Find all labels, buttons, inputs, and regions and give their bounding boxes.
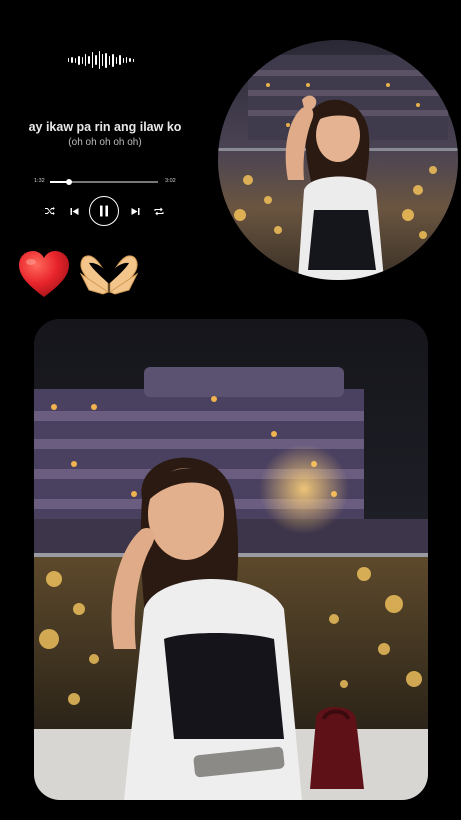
time-elapsed: 1:32: [34, 178, 45, 184]
skip-previous-icon[interactable]: [66, 203, 82, 219]
shuffle-icon[interactable]: [42, 203, 58, 219]
pause-icon: [100, 205, 108, 217]
main-photo: [34, 319, 428, 800]
play-pause-button[interactable]: [89, 196, 119, 226]
lyric-subline: (oh oh oh oh oh): [68, 137, 142, 148]
time-total: 3:02: [165, 178, 176, 184]
progress-knob[interactable]: [66, 178, 73, 185]
audio-waveform-icon: [68, 50, 135, 70]
heart-hands-emoji: [79, 255, 139, 295]
skip-next-icon[interactable]: [127, 203, 143, 219]
red-heart-emoji: [19, 251, 69, 297]
circle-photo: [218, 40, 458, 280]
repeat-icon[interactable]: [151, 203, 167, 219]
lyric-line: ay ikaw pa rin ang ilaw ko: [28, 120, 182, 134]
